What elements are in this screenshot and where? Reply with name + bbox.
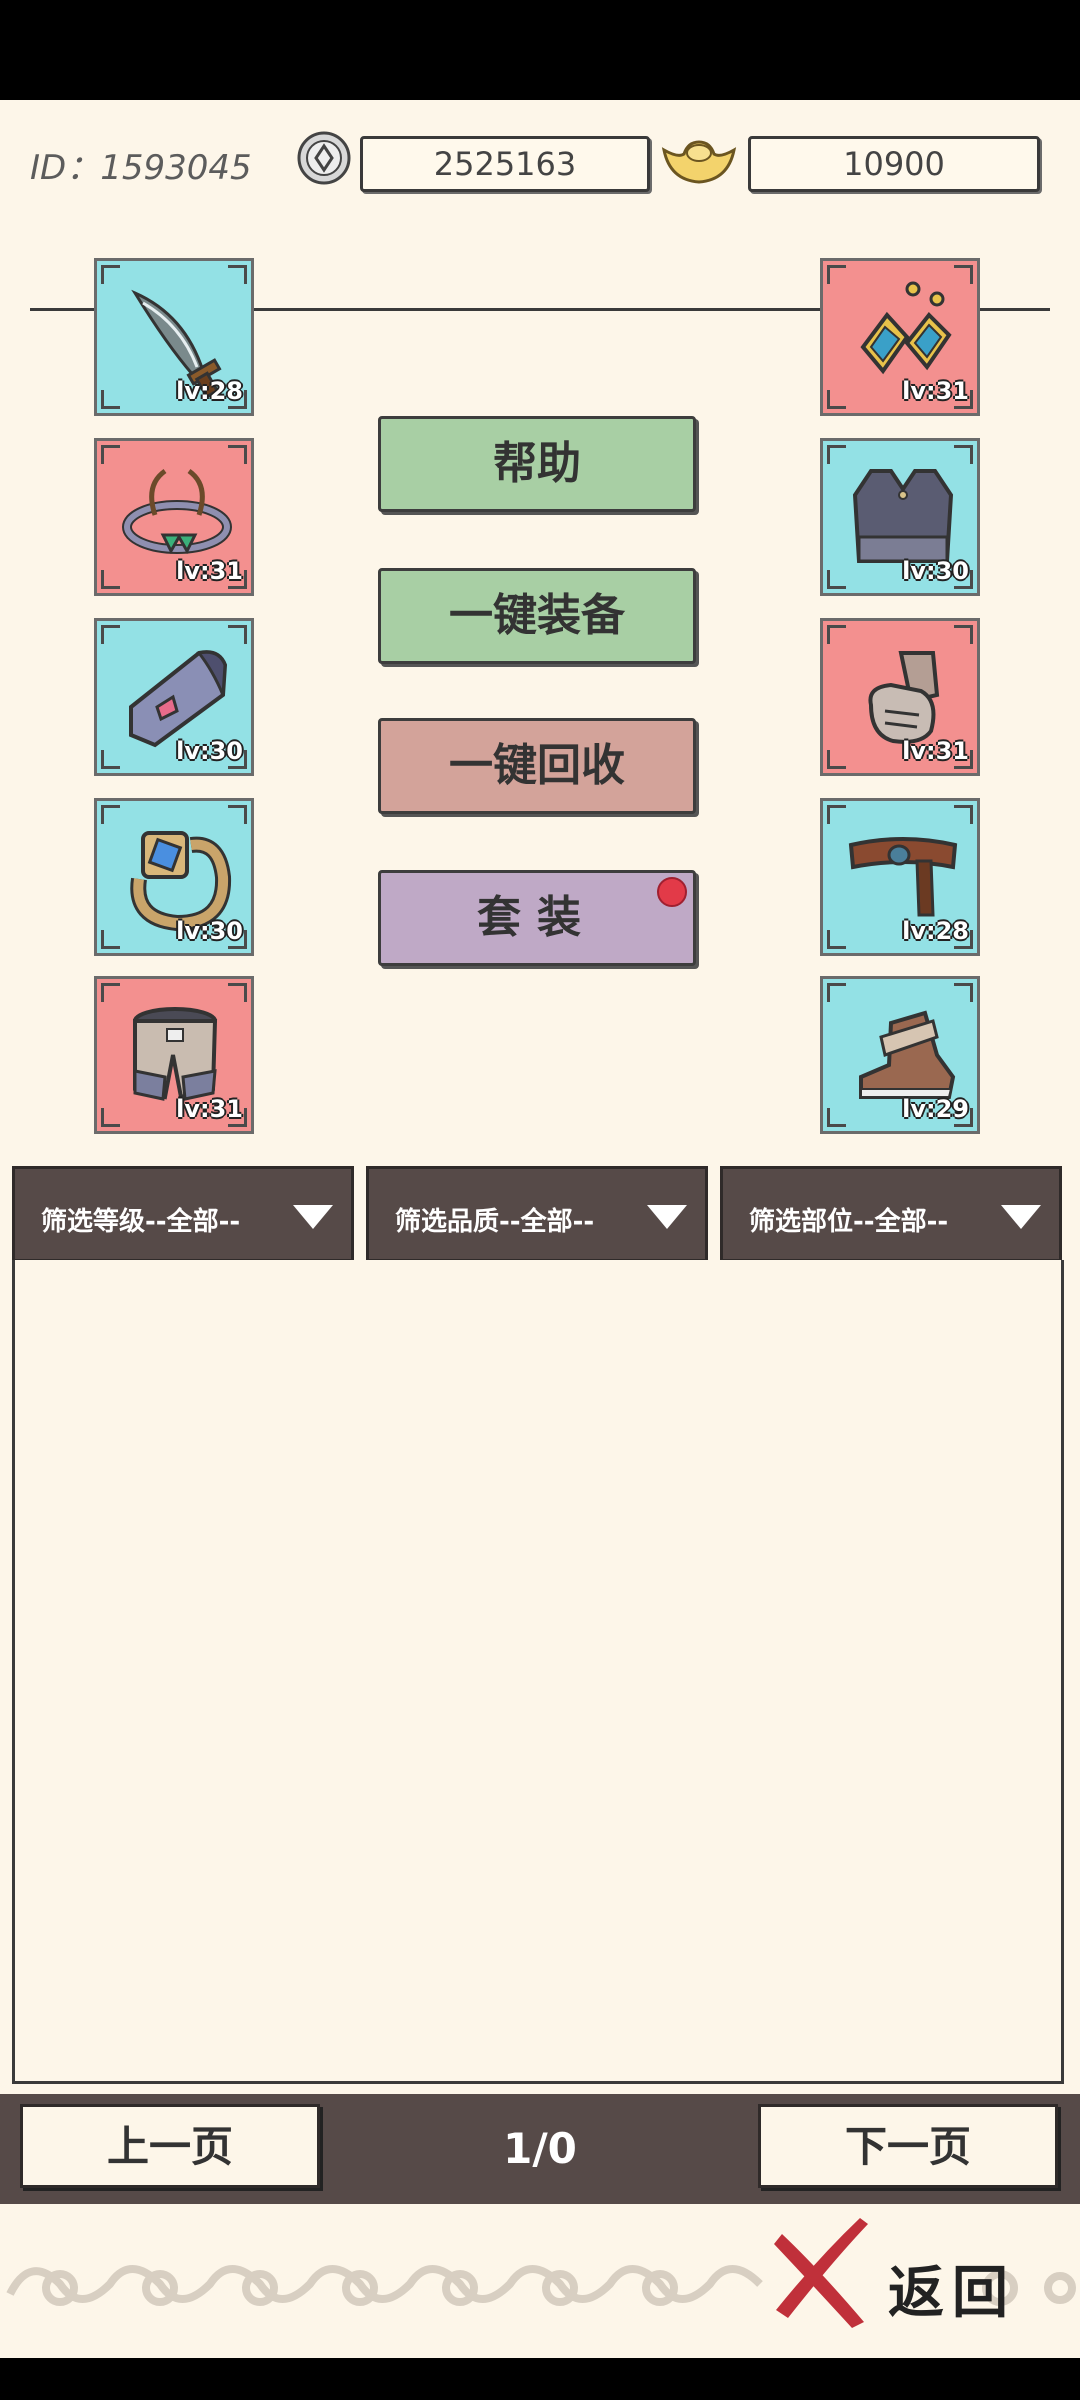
equip-slot-weapon[interactable]: lv:28 [94,258,254,416]
equip-slot-pants[interactable]: lv:31 [94,976,254,1134]
item-level: lv:31 [902,737,969,765]
coin-icon [297,131,351,185]
equip-slot-gloves[interactable]: lv:31 [820,618,980,776]
next-page-button[interactable]: 下一页 [758,2104,1058,2188]
player-id: ID：1593045 [30,148,252,188]
status-bar [0,0,1080,100]
close-icon[interactable] [768,2218,880,2330]
filter-level-label: 筛选等级--全部-- [41,1207,241,1237]
ingot-value: 10900 [748,136,1040,192]
equip-slot-belt[interactable]: lv:28 [820,798,980,956]
one-click-equip-button[interactable]: 一键装备 [378,568,696,664]
gold-ingot-icon [661,140,737,184]
equip-slot-head[interactable]: lv:31 [94,438,254,596]
equip-slot-bracer[interactable]: lv:30 [94,618,254,776]
filter-level-dropdown[interactable]: 筛选等级--全部-- [12,1166,354,1262]
item-level: lv:30 [176,917,243,945]
equip-slot-ring[interactable]: lv:30 [94,798,254,956]
set-button[interactable]: 套装 [378,870,696,966]
item-level: lv:30 [176,737,243,765]
filter-slot-label: 筛选部位--全部-- [749,1207,949,1237]
dropdown-arrow-icon [1001,1205,1041,1229]
equip-slot-armor[interactable]: lv:30 [820,438,980,596]
coin-value: 2525163 [360,136,650,192]
item-level: lv:30 [902,557,969,585]
pagination-bar: 上一页 1/0 下一页 [0,2094,1080,2204]
item-level: lv:31 [902,377,969,405]
dropdown-arrow-icon [293,1205,333,1229]
set-button-label: 套装 [477,892,597,943]
filter-quality-dropdown[interactable]: 筛选品质--全部-- [366,1166,708,1262]
back-button[interactable]: 返回 [888,2248,1016,2329]
equip-slot-boots[interactable]: lv:29 [820,976,980,1134]
inventory-list [12,1260,1064,2084]
page-indicator: 1/0 [503,2124,577,2173]
item-level: lv:31 [176,1095,243,1123]
equip-slot-earrings[interactable]: lv:31 [820,258,980,416]
footer: 返回 [0,2204,1080,2358]
help-button[interactable]: 帮助 [378,416,696,512]
item-level: lv:29 [902,1095,969,1123]
item-level: lv:31 [176,557,243,585]
item-level: lv:28 [176,377,243,405]
item-level: lv:28 [902,917,969,945]
one-click-recycle-button[interactable]: 一键回收 [378,718,696,814]
filter-slot-dropdown[interactable]: 筛选部位--全部-- [720,1166,1062,1262]
dropdown-arrow-icon [647,1205,687,1229]
filter-quality-label: 筛选品质--全部-- [395,1207,595,1237]
resource-header: ID：1593045 2525163 10900 [0,100,1080,311]
notification-dot [657,877,687,907]
navigation-bar [0,2358,1080,2400]
prev-page-button[interactable]: 上一页 [20,2104,320,2188]
